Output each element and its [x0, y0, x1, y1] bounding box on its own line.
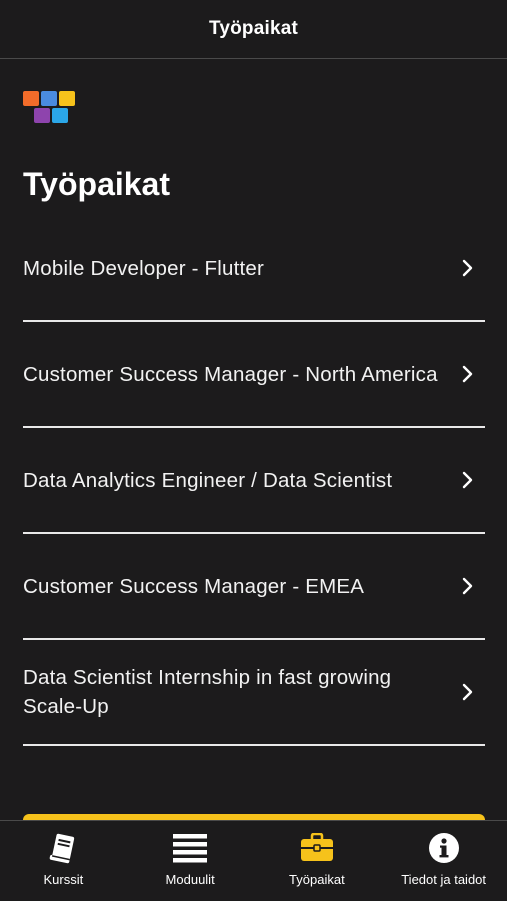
chevron-right-icon — [457, 575, 479, 597]
job-list-item[interactable]: Customer Success Manager - North America — [23, 322, 485, 428]
section-heading: Työpaikat — [23, 166, 170, 202]
briefcase-icon — [300, 831, 334, 865]
tab-tiedot-ja-taidot[interactable]: Tiedot ja taidot — [380, 821, 507, 901]
job-list-item[interactable]: Data Scientist Internship in fast growin… — [23, 640, 485, 746]
tab-kurssit[interactable]: Kurssit — [0, 821, 127, 901]
book-icon — [46, 831, 80, 865]
chevron-right-icon — [457, 257, 479, 279]
tab-tyopaikat[interactable]: Työpaikat — [254, 821, 381, 901]
chevron-right-icon — [457, 469, 479, 491]
tab-label: Työpaikat — [289, 872, 345, 887]
bottom-tab-bar: Kurssit Moduulit Työpaikat Tiedot ja tai… — [0, 820, 507, 901]
tab-moduulit[interactable]: Moduulit — [127, 821, 254, 901]
job-title: Data Scientist Internship in fast growin… — [23, 666, 392, 718]
top-navigation-bar: Työpaikat — [0, 0, 507, 59]
chevron-right-icon — [457, 363, 479, 385]
page-title: Työpaikat — [208, 18, 299, 39]
tab-label: Moduulit — [165, 872, 215, 887]
job-title: Mobile Developer - Flutter — [23, 256, 265, 280]
job-title: Customer Success Manager - EMEA — [23, 574, 365, 598]
job-list: Mobile Developer - Flutter Customer Succ… — [23, 216, 485, 746]
tab-label: Kurssit — [43, 872, 84, 887]
job-list-item[interactable]: Mobile Developer - Flutter — [23, 216, 485, 322]
job-title: Data Analytics Engineer / Data Scientist — [23, 468, 393, 492]
tab-label: Tiedot ja taidot — [401, 872, 487, 887]
chevron-right-icon — [457, 681, 479, 703]
job-list-item[interactable]: Customer Success Manager - EMEA — [23, 534, 485, 640]
app-logo-icon — [23, 91, 75, 123]
job-title: Customer Success Manager - North America — [23, 362, 438, 386]
list-icon — [173, 831, 208, 865]
info-icon — [428, 831, 460, 865]
job-list-item[interactable]: Data Analytics Engineer / Data Scientist — [23, 428, 485, 534]
